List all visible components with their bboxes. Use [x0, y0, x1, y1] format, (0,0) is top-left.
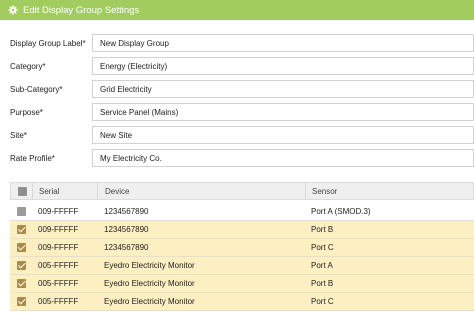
dialog-title: Edit Display Group Settings	[23, 4, 140, 16]
category-select[interactable]: Energy (Electricity)	[92, 57, 474, 75]
row-checkbox[interactable]	[17, 297, 26, 306]
device-cell: 1234567890	[104, 243, 149, 252]
form-row-rate-profile: Rate Profile* My Electricity Co.	[0, 148, 474, 171]
column-header-device[interactable]: Device	[105, 183, 129, 200]
row-checkbox[interactable]	[17, 243, 26, 252]
serial-cell: 009-FFFFF	[38, 225, 79, 234]
display-group-label-label: Display Group Label*	[10, 39, 86, 48]
serial-cell: 005-FFFFF	[38, 279, 79, 288]
table-row[interactable]: 009-FFFFF 1234567890 Port C	[10, 239, 474, 257]
device-cell: 1234567890	[104, 207, 149, 216]
select-all-checkbox[interactable]	[18, 187, 27, 196]
rate-profile-select[interactable]: My Electricity Co.	[92, 149, 474, 167]
form-row-sub-category: Sub-Category* Grid Electricity	[0, 79, 474, 102]
row-checkbox[interactable]	[17, 279, 26, 288]
sensor-cell: Port C	[311, 297, 334, 306]
form-row-display-group-label: Display Group Label* New Display Group	[0, 33, 474, 56]
sub-category-label: Sub-Category*	[10, 85, 63, 94]
column-divider	[305, 183, 306, 200]
table-row[interactable]: 005-FFFFF Eyedro Electricity Monitor Por…	[10, 293, 474, 311]
table-header: Serial Device Sensor	[10, 182, 474, 200]
table-row[interactable]: 005-FFFFF Eyedro Electricity Monitor Por…	[10, 275, 474, 293]
column-divider	[32, 183, 33, 200]
table-row[interactable]: 005-FFFFF Eyedro Electricity Monitor Por…	[10, 257, 474, 275]
device-cell: Eyedro Electricity Monitor	[104, 297, 195, 306]
form-row-purpose: Purpose* Service Panel (Mains)	[0, 102, 474, 125]
sub-category-select[interactable]: Grid Electricity	[92, 80, 474, 98]
column-header-sensor[interactable]: Sensor	[312, 183, 337, 200]
form-row-category: Category* Energy (Electricity)	[0, 56, 474, 79]
device-cell: Eyedro Electricity Monitor	[104, 279, 195, 288]
row-checkbox[interactable]	[17, 207, 26, 216]
display-group-label-field[interactable]: New Display Group	[92, 34, 474, 52]
device-cell: 1234567890	[104, 225, 149, 234]
site-label: Site*	[10, 131, 27, 140]
sensor-cell: Port A	[311, 261, 333, 270]
table-row[interactable]: 009-FFFFF 1234567890 Port B	[10, 221, 474, 239]
form-row-site: Site* New Site	[0, 125, 474, 148]
sensor-cell: Port B	[311, 225, 334, 234]
site-select[interactable]: New Site	[92, 126, 474, 144]
rate-profile-label: Rate Profile*	[10, 154, 55, 163]
category-label: Category*	[10, 62, 46, 71]
sensor-cell: Port C	[311, 243, 334, 252]
column-divider	[97, 183, 98, 200]
serial-cell: 005-FFFFF	[38, 261, 79, 270]
sensor-cell: Port A (SMOD.3)	[311, 207, 371, 216]
row-checkbox[interactable]	[17, 225, 26, 234]
serial-cell: 005-FFFFF	[38, 297, 79, 306]
column-header-serial[interactable]: Serial	[39, 183, 59, 200]
row-checkbox[interactable]	[17, 261, 26, 270]
table-row[interactable]: 009-FFFFF 1234567890 Port A (SMOD.3)	[10, 203, 474, 221]
serial-cell: 009-FFFFF	[38, 243, 79, 252]
sensor-cell: Port B	[311, 279, 334, 288]
dialog-header: Edit Display Group Settings	[0, 0, 474, 20]
device-cell: Eyedro Electricity Monitor	[104, 261, 195, 270]
serial-cell: 009-FFFFF	[38, 207, 79, 216]
purpose-select[interactable]: Service Panel (Mains)	[92, 103, 474, 121]
purpose-label: Purpose*	[10, 108, 43, 117]
gear-icon	[8, 5, 18, 15]
